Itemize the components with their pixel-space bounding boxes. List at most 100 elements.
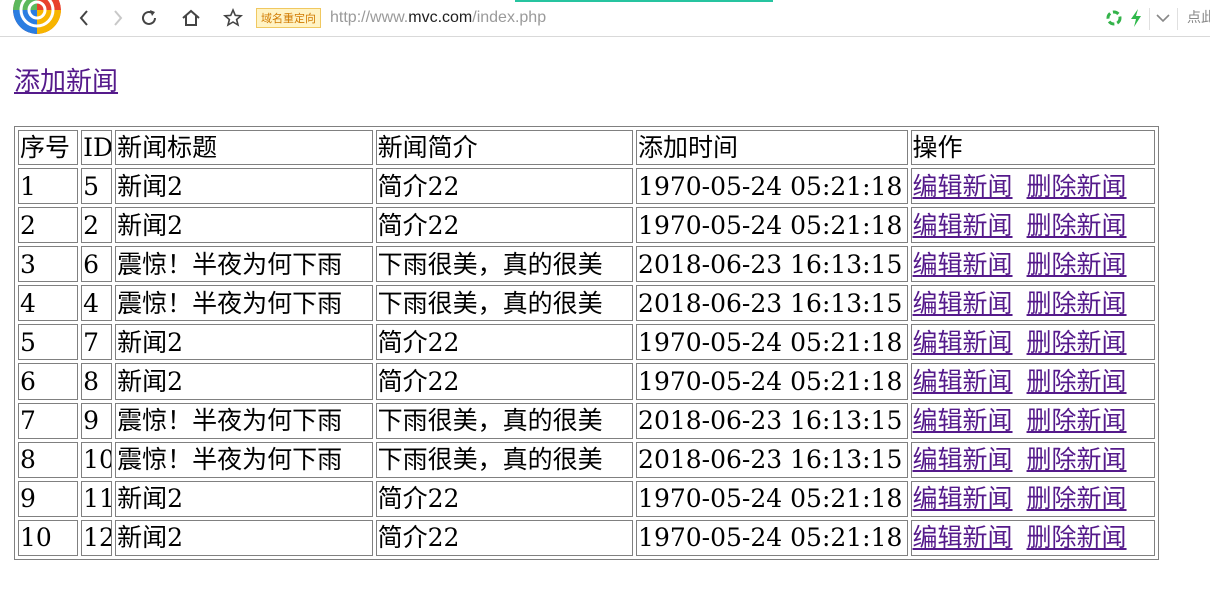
delete-news-link[interactable]: 删除新闻 bbox=[1027, 367, 1127, 396]
cell-time: 2018-06-23 16:13:15 bbox=[636, 246, 908, 283]
cell-time: 2018-06-23 16:13:15 bbox=[636, 285, 908, 322]
cell-title: 震惊！半夜为何下雨 bbox=[115, 246, 373, 283]
edit-news-link[interactable]: 编辑新闻 bbox=[913, 211, 1013, 240]
home-icon bbox=[182, 9, 200, 26]
cell-index: 5 bbox=[18, 324, 79, 361]
cell-time: 1970-05-24 05:21:18 bbox=[636, 324, 908, 361]
cell-actions: 编辑新闻 删除新闻 bbox=[910, 324, 1155, 361]
reload-button[interactable] bbox=[138, 7, 160, 29]
column-header-time: 添加时间 bbox=[636, 130, 908, 165]
cell-title: 新闻2 bbox=[115, 168, 373, 205]
cell-index: 3 bbox=[18, 246, 79, 283]
table-row: 5 7 新闻2 简介22 1970-05-24 05:21:18 编辑新闻 删除新… bbox=[18, 324, 1155, 361]
chevron-down-icon[interactable] bbox=[1153, 8, 1173, 28]
cell-summary: 简介22 bbox=[375, 480, 634, 517]
cell-index: 9 bbox=[18, 480, 79, 517]
delete-news-link[interactable]: 删除新闻 bbox=[1027, 523, 1127, 552]
edit-news-link[interactable]: 编辑新闻 bbox=[913, 172, 1013, 201]
edit-news-link[interactable]: 编辑新闻 bbox=[913, 367, 1013, 396]
delete-news-link[interactable]: 删除新闻 bbox=[1027, 484, 1127, 513]
column-header-index: 序号 bbox=[18, 130, 79, 165]
green-refresh-icon[interactable] bbox=[1104, 8, 1124, 28]
delete-news-link[interactable]: 删除新闻 bbox=[1027, 445, 1127, 474]
cell-actions: 编辑新闻 删除新闻 bbox=[910, 246, 1155, 283]
cell-summary: 下雨很美，真的很美 bbox=[375, 441, 634, 478]
column-header-actions: 操作 bbox=[910, 130, 1155, 165]
cell-title: 新闻2 bbox=[115, 363, 373, 400]
page-loading-bar bbox=[515, 0, 773, 2]
cell-summary: 简介22 bbox=[375, 363, 634, 400]
table-row: 7 9 震惊！半夜为何下雨 下雨很美，真的很美 2018-06-23 16:13… bbox=[18, 402, 1155, 439]
delete-news-link[interactable]: 删除新闻 bbox=[1027, 172, 1127, 201]
cell-title: 新闻2 bbox=[115, 207, 373, 244]
table-row: 2 2 新闻2 简介22 1970-05-24 05:21:18 编辑新闻 删除新… bbox=[18, 207, 1155, 244]
home-button[interactable] bbox=[180, 7, 202, 29]
cell-id: 5 bbox=[81, 168, 113, 205]
cell-time: 2018-06-23 16:13:15 bbox=[636, 402, 908, 439]
delete-news-link[interactable]: 删除新闻 bbox=[1027, 211, 1127, 240]
url-host: mvc.com bbox=[408, 9, 473, 26]
cell-summary: 下雨很美，真的很美 bbox=[375, 285, 634, 322]
cell-actions: 编辑新闻 删除新闻 bbox=[910, 480, 1155, 517]
cell-title: 新闻2 bbox=[115, 519, 373, 556]
edit-news-link[interactable]: 编辑新闻 bbox=[913, 250, 1013, 279]
cell-index: 4 bbox=[18, 285, 79, 322]
column-header-id: ID bbox=[81, 130, 113, 165]
cell-summary: 简介22 bbox=[375, 207, 634, 244]
cell-index: 8 bbox=[18, 441, 79, 478]
toolbar-divider bbox=[1177, 8, 1178, 30]
cell-index: 1 bbox=[18, 168, 79, 205]
edit-news-link[interactable]: 编辑新闻 bbox=[913, 406, 1013, 435]
news-table: 序号 ID 新闻标题 新闻简介 添加时间 操作 1 5 新闻2 简介22 197… bbox=[14, 126, 1159, 560]
cell-id: 6 bbox=[81, 246, 113, 283]
redirect-badge[interactable]: 域名重定向 bbox=[256, 8, 321, 28]
cell-id: 4 bbox=[81, 285, 113, 322]
lightning-icon[interactable] bbox=[1128, 8, 1144, 28]
delete-news-link[interactable]: 删除新闻 bbox=[1027, 328, 1127, 357]
cell-index: 6 bbox=[18, 363, 79, 400]
cell-index: 10 bbox=[18, 519, 79, 556]
cell-title: 新闻2 bbox=[115, 324, 373, 361]
cell-id: 2 bbox=[81, 207, 113, 244]
cell-time: 1970-05-24 05:21:18 bbox=[636, 480, 908, 517]
cell-actions: 编辑新闻 删除新闻 bbox=[910, 441, 1155, 478]
cell-time: 1970-05-24 05:21:18 bbox=[636, 168, 908, 205]
cell-id: 7 bbox=[81, 324, 113, 361]
cell-time: 2018-06-23 16:13:15 bbox=[636, 441, 908, 478]
delete-news-link[interactable]: 删除新闻 bbox=[1027, 406, 1127, 435]
cell-summary: 简介22 bbox=[375, 168, 634, 205]
forward-arrow-icon bbox=[114, 10, 123, 26]
address-bar[interactable]: http://www.mvc.com/index.php bbox=[330, 8, 546, 28]
cell-actions: 编辑新闻 删除新闻 bbox=[910, 168, 1155, 205]
toolbar-divider bbox=[1149, 8, 1150, 30]
edit-news-link[interactable]: 编辑新闻 bbox=[913, 328, 1013, 357]
delete-news-link[interactable]: 删除新闻 bbox=[1027, 250, 1127, 279]
cell-id: 10 bbox=[81, 441, 113, 478]
cell-actions: 编辑新闻 删除新闻 bbox=[910, 402, 1155, 439]
cell-actions: 编辑新闻 删除新闻 bbox=[910, 285, 1155, 322]
cell-id: 11 bbox=[81, 480, 113, 517]
table-header-row: 序号 ID 新闻标题 新闻简介 添加时间 操作 bbox=[18, 130, 1155, 165]
back-button[interactable] bbox=[74, 7, 96, 29]
reload-icon bbox=[142, 10, 156, 25]
edit-news-link[interactable]: 编辑新闻 bbox=[913, 445, 1013, 474]
cell-time: 1970-05-24 05:21:18 bbox=[636, 207, 908, 244]
edit-news-link[interactable]: 编辑新闻 bbox=[913, 523, 1013, 552]
toolbar-extra-text[interactable]: 点此 bbox=[1187, 8, 1210, 28]
edit-news-link[interactable]: 编辑新闻 bbox=[913, 484, 1013, 513]
cell-index: 2 bbox=[18, 207, 79, 244]
cell-title: 震惊！半夜为何下雨 bbox=[115, 402, 373, 439]
cell-title: 震惊！半夜为何下雨 bbox=[115, 441, 373, 478]
edit-news-link[interactable]: 编辑新闻 bbox=[913, 289, 1013, 318]
bookmark-star-button[interactable] bbox=[222, 7, 244, 29]
cell-summary: 下雨很美，真的很美 bbox=[375, 246, 634, 283]
cell-actions: 编辑新闻 删除新闻 bbox=[910, 207, 1155, 244]
browser-logo-icon[interactable] bbox=[13, 0, 61, 34]
add-news-link[interactable]: 添加新闻 bbox=[14, 66, 118, 98]
table-row: 3 6 震惊！半夜为何下雨 下雨很美，真的很美 2018-06-23 16:13… bbox=[18, 246, 1155, 283]
cell-title: 震惊！半夜为何下雨 bbox=[115, 285, 373, 322]
browser-toolbar: 域名重定向 http://www.mvc.com/index.php 点此 bbox=[0, 0, 1210, 37]
cell-id: 12 bbox=[81, 519, 113, 556]
forward-button[interactable] bbox=[106, 7, 128, 29]
delete-news-link[interactable]: 删除新闻 bbox=[1027, 289, 1127, 318]
